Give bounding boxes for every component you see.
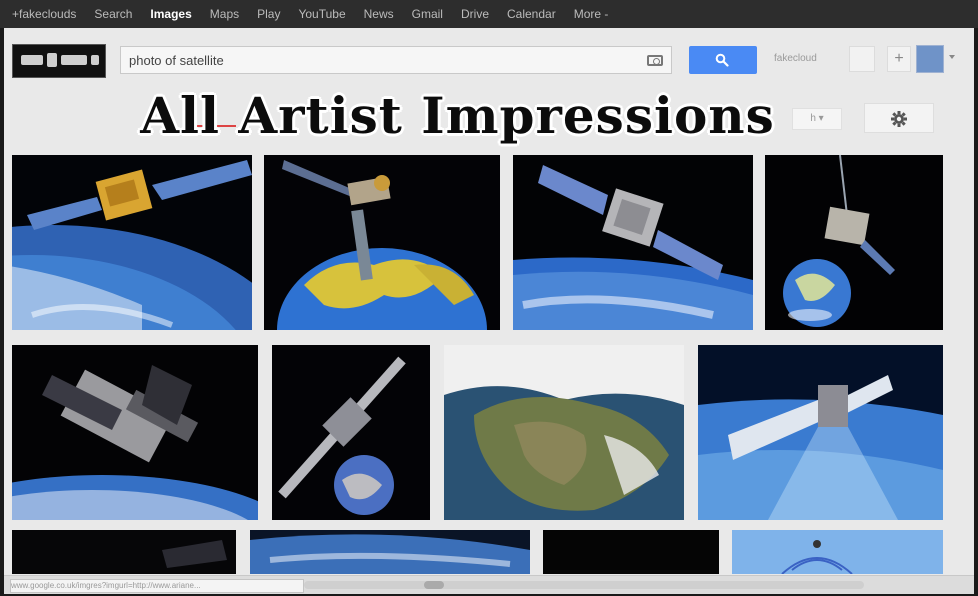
search-query-text: photo of satellite [129, 53, 224, 68]
nav-item-maps[interactable]: Maps [210, 7, 239, 21]
nav-item-play[interactable]: Play [257, 7, 280, 21]
image-result[interactable] [12, 530, 236, 574]
image-result[interactable] [732, 530, 943, 574]
image-result[interactable] [250, 530, 530, 574]
plus-icon[interactable]: + [887, 46, 911, 72]
scrollbar-thumb[interactable] [424, 581, 444, 589]
nav-item-more[interactable]: More - [574, 7, 609, 21]
top-nav-bar: +fakeclouds Search Images Maps Play YouT… [0, 0, 978, 28]
image-result[interactable] [543, 530, 719, 574]
avatar[interactable] [916, 45, 944, 73]
nav-item-calendar[interactable]: Calendar [507, 7, 556, 21]
nav-item-news[interactable]: News [364, 7, 394, 21]
status-bar: www.google.co.uk/imgres?imgurl=http://ww… [4, 575, 974, 594]
image-result[interactable] [12, 155, 252, 330]
account-username[interactable]: fakecloud [774, 53, 817, 64]
search-input[interactable]: photo of satellite [120, 46, 672, 74]
image-result[interactable] [264, 155, 500, 330]
overlay-caption: All Artist Impressions [140, 86, 775, 145]
nav-item-drive[interactable]: Drive [461, 7, 489, 21]
image-result[interactable] [765, 155, 943, 330]
nav-item-youtube[interactable]: YouTube [298, 7, 345, 21]
image-result[interactable] [444, 345, 684, 520]
image-result[interactable] [513, 155, 753, 330]
image-result[interactable] [698, 345, 943, 520]
nav-item-profile[interactable]: +fakeclouds [12, 7, 76, 21]
google-logo[interactable] [12, 44, 106, 78]
nav-item-search[interactable]: Search [94, 7, 132, 21]
camera-icon[interactable] [647, 55, 663, 66]
results-page: photo of satellite fakecloud + h ▾ www.g… [4, 28, 974, 594]
search-button[interactable] [689, 46, 757, 74]
status-url: www.google.co.uk/imgres?imgurl=http://ww… [10, 579, 304, 593]
magnifier-icon [715, 53, 729, 67]
nav-item-images[interactable]: Images [150, 7, 191, 21]
image-result[interactable] [272, 345, 430, 520]
horizontal-scrollbar[interactable] [304, 581, 864, 589]
nav-item-gmail[interactable]: Gmail [412, 7, 443, 21]
chevron-down-icon[interactable] [949, 55, 955, 59]
image-result[interactable] [12, 345, 258, 520]
notifications-button[interactable] [849, 46, 875, 72]
